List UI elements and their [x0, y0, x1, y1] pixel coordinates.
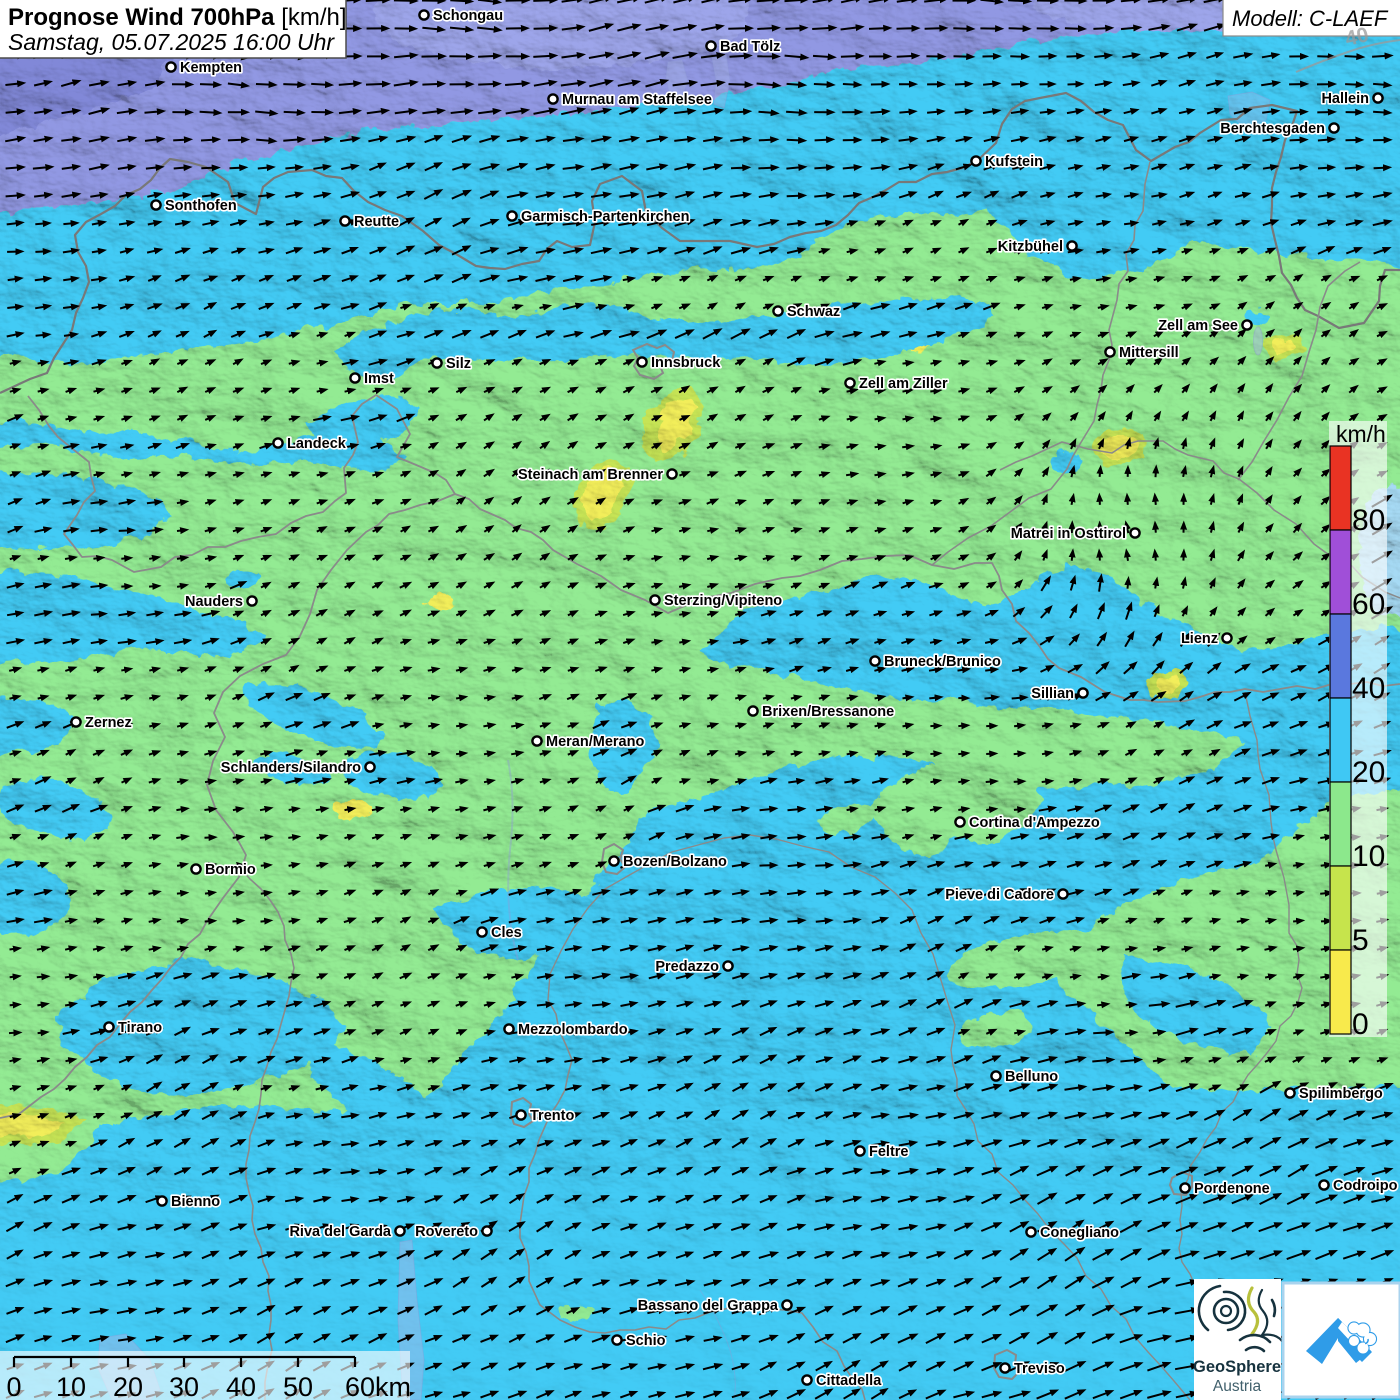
svg-text:Matrei in Osttirol: Matrei in Osttirol — [1011, 526, 1126, 542]
svg-text:Zernez: Zernez — [85, 715, 132, 731]
svg-text:Bruneck/Brunico: Bruneck/Brunico — [884, 654, 1001, 670]
svg-text:Samstag, 05.07.2025 16:00 Uhr: Samstag, 05.07.2025 16:00 Uhr — [8, 29, 335, 55]
svg-text:Riva del Garda: Riva del Garda — [289, 1224, 391, 1240]
svg-text:Bad Tölz: Bad Tölz — [720, 39, 780, 55]
svg-text:Nauders: Nauders — [185, 594, 243, 610]
svg-text:Lienz: Lienz — [1181, 631, 1218, 647]
svg-text:Tirano: Tirano — [118, 1020, 162, 1036]
svg-text:10: 10 — [56, 1372, 86, 1400]
svg-text:Cittadella: Cittadella — [816, 1373, 882, 1389]
svg-text:Hallein: Hallein — [1321, 91, 1369, 107]
svg-text:Garmisch-Partenkirchen: Garmisch-Partenkirchen — [521, 209, 689, 225]
svg-text:Trento: Trento — [530, 1108, 574, 1124]
svg-text:Belluno: Belluno — [1005, 1069, 1058, 1085]
svg-text:Innsbruck: Innsbruck — [651, 355, 721, 371]
svg-text:20: 20 — [1352, 756, 1385, 789]
svg-text:60km: 60km — [345, 1372, 411, 1400]
svg-text:Berchtesgaden: Berchtesgaden — [1220, 121, 1325, 137]
svg-text:Steinach am Brenner: Steinach am Brenner — [518, 467, 663, 483]
svg-text:Conegliano: Conegliano — [1040, 1225, 1119, 1241]
svg-text:Predazzo: Predazzo — [655, 959, 719, 975]
svg-text:Prognose Wind 700hPa [km/h]: Prognose Wind 700hPa [km/h] — [8, 4, 347, 31]
svg-text:Sonthofen: Sonthofen — [165, 198, 237, 214]
svg-text:40: 40 — [226, 1372, 256, 1400]
svg-text:Cles: Cles — [491, 925, 522, 941]
svg-text:20: 20 — [113, 1372, 143, 1400]
svg-text:0: 0 — [1352, 1008, 1369, 1041]
svg-text:Schongau: Schongau — [433, 8, 503, 24]
svg-text:km/h: km/h — [1336, 421, 1386, 447]
svg-text:Bormio: Bormio — [205, 862, 256, 878]
svg-text:Pieve di Cadore: Pieve di Cadore — [945, 887, 1054, 903]
svg-text:Codroipo: Codroipo — [1333, 1178, 1398, 1194]
svg-text:Brixen/Bressanone: Brixen/Bressanone — [762, 704, 894, 720]
svg-text:Kitzbühel: Kitzbühel — [998, 239, 1063, 255]
svg-text:Meran/Merano: Meran/Merano — [546, 734, 644, 750]
svg-text:Sillian: Sillian — [1031, 686, 1074, 702]
svg-text:Kempten: Kempten — [180, 60, 242, 76]
svg-text:Mittersill: Mittersill — [1119, 345, 1179, 361]
svg-text:Reutte: Reutte — [354, 214, 399, 230]
svg-text:Zell am See: Zell am See — [1158, 318, 1238, 334]
svg-text:Schwaz: Schwaz — [787, 304, 840, 320]
svg-text:Rovereto: Rovereto — [415, 1224, 478, 1240]
svg-text:Schlanders/Silandro: Schlanders/Silandro — [221, 760, 361, 776]
svg-text:40: 40 — [1352, 672, 1385, 705]
svg-text:Treviso: Treviso — [1014, 1361, 1065, 1377]
svg-text:60: 60 — [1352, 588, 1385, 621]
svg-text:Silz: Silz — [446, 356, 471, 372]
svg-text:GeoSphere: GeoSphere — [1193, 1358, 1281, 1376]
svg-text:Bassano del Grappa: Bassano del Grappa — [638, 1298, 779, 1314]
svg-text:0: 0 — [6, 1372, 21, 1400]
svg-text:Bienno: Bienno — [171, 1194, 220, 1210]
svg-text:30: 30 — [169, 1372, 199, 1400]
svg-text:Spilimbergo: Spilimbergo — [1299, 1086, 1383, 1102]
svg-text:Cortina d'Ampezzo: Cortina d'Ampezzo — [969, 815, 1100, 831]
svg-text:5: 5 — [1352, 924, 1369, 957]
svg-text:Pordenone: Pordenone — [1194, 1181, 1270, 1197]
svg-text:Austria: Austria — [1213, 1378, 1262, 1395]
svg-text:Kufstein: Kufstein — [985, 154, 1043, 170]
svg-text:Bozen/Bolzano: Bozen/Bolzano — [623, 854, 727, 870]
svg-text:Zell am Ziller: Zell am Ziller — [859, 376, 948, 392]
svg-text:Mezzolombardo: Mezzolombardo — [518, 1022, 628, 1038]
svg-text:Murnau am Staffelsee: Murnau am Staffelsee — [562, 92, 712, 108]
svg-text:50: 50 — [283, 1372, 313, 1400]
svg-text:Imst: Imst — [364, 371, 394, 387]
svg-text:10: 10 — [1352, 840, 1385, 873]
svg-text:Schio: Schio — [626, 1333, 666, 1349]
svg-text:80: 80 — [1352, 504, 1385, 537]
svg-text:Feltre: Feltre — [869, 1144, 909, 1160]
svg-text:Sterzing/Vipiteno: Sterzing/Vipiteno — [664, 593, 782, 609]
svg-text:Landeck: Landeck — [287, 436, 347, 452]
